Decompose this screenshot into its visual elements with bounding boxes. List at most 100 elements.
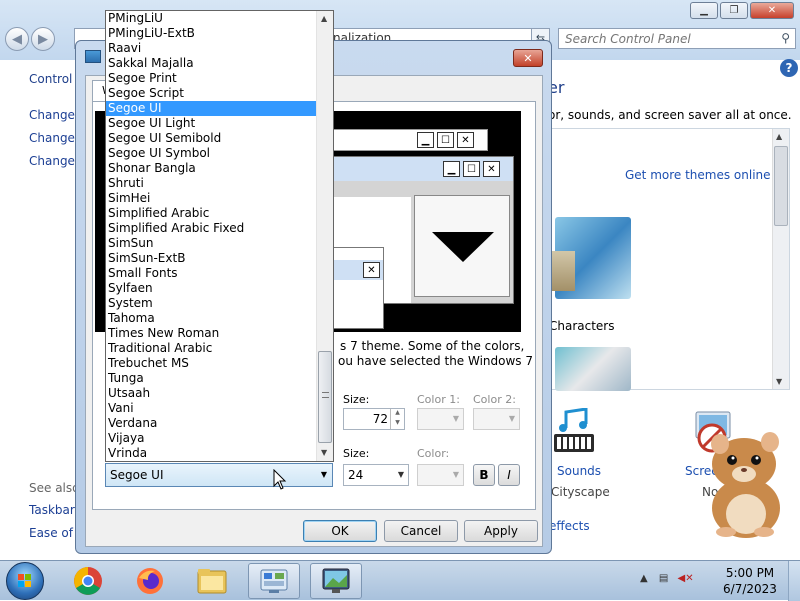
- description-line-1: s 7 theme. Some of the colors,: [340, 339, 525, 353]
- font-option[interactable]: Utsaah: [106, 386, 317, 401]
- window-controls: ▁ ❐ ✕: [690, 2, 794, 19]
- close-button[interactable]: ✕: [750, 2, 794, 19]
- font-option[interactable]: Segoe UI Light: [106, 116, 317, 131]
- taskbar-firefox[interactable]: [124, 563, 176, 599]
- sounds-icon[interactable]: [552, 408, 598, 458]
- ok-button[interactable]: OK: [303, 520, 377, 542]
- maximize-button[interactable]: ❐: [720, 2, 748, 19]
- font-option[interactable]: Simplified Arabic: [106, 206, 317, 221]
- font-option[interactable]: Segoe Print: [106, 71, 317, 86]
- size-spinner[interactable]: ▲ ▼: [390, 409, 404, 429]
- italic-button[interactable]: I: [498, 464, 520, 486]
- font-option[interactable]: Shonar Bangla: [106, 161, 317, 176]
- font-option[interactable]: Raavi: [106, 41, 317, 56]
- preview-message-titlebar: ✕: [331, 260, 383, 280]
- get-more-themes-link[interactable]: Get more themes online: [625, 168, 771, 182]
- bold-button[interactable]: B: [473, 464, 495, 486]
- dialog-icon: [85, 50, 101, 63]
- sounds-link[interactable]: Sounds: [557, 464, 601, 478]
- start-button[interactable]: [6, 562, 44, 600]
- taskbar-control-panel[interactable]: [248, 563, 300, 599]
- font-size-select[interactable]: 24 ▼: [343, 464, 409, 486]
- scroll-thumb[interactable]: [318, 351, 332, 443]
- theme-list-scrollbar[interactable]: ▲ ▼: [772, 129, 789, 389]
- font-option[interactable]: Verdana: [106, 416, 317, 431]
- side-link-2[interactable]: Change: [29, 131, 75, 145]
- theme-thumbnail[interactable]: [555, 347, 631, 391]
- taskbar-display-settings[interactable]: [310, 563, 362, 599]
- chevron-down-icon: ▼: [397, 470, 404, 479]
- font-list-scrollbar[interactable]: ▲ ▼: [316, 11, 333, 461]
- show-desktop-button[interactable]: [788, 561, 800, 601]
- font-option[interactable]: Sylfaen: [106, 281, 317, 296]
- font-option[interactable]: Vani: [106, 401, 317, 416]
- font-option[interactable]: Tahoma: [106, 311, 317, 326]
- font-option[interactable]: Trebuchet MS: [106, 356, 317, 371]
- color1-picker[interactable]: ▼: [417, 408, 464, 430]
- font-option[interactable]: Segoe UI Symbol: [106, 146, 317, 161]
- chevron-down-icon[interactable]: ▼: [321, 470, 327, 479]
- taskbar-explorer[interactable]: [186, 563, 238, 599]
- color2-picker[interactable]: ▼: [473, 408, 520, 430]
- scroll-down-icon[interactable]: ▼: [776, 377, 782, 386]
- font-option[interactable]: Segoe UI Semibold: [106, 131, 317, 146]
- font-option[interactable]: SimHei: [106, 191, 317, 206]
- font-option[interactable]: Vrinda: [106, 446, 317, 461]
- system-tray: ▲ ▤ ◀✕: [640, 573, 694, 584]
- apply-button[interactable]: Apply: [464, 520, 538, 542]
- font-option[interactable]: Tunga: [106, 371, 317, 386]
- font-option[interactable]: Small Fonts: [106, 266, 317, 281]
- spin-down-icon[interactable]: ▼: [391, 419, 404, 429]
- font-option[interactable]: SimSun-ExtB: [106, 251, 317, 266]
- font-option[interactable]: Sakkal Majalla: [106, 56, 317, 71]
- dialog-close-button[interactable]: ✕: [513, 49, 543, 67]
- display-settings-icon: [322, 568, 350, 593]
- search-icon[interactable]: ⚲: [781, 31, 790, 45]
- preview-maximize-icon: ☐: [463, 161, 480, 177]
- chevron-down-icon: ▼: [452, 470, 459, 479]
- font-option[interactable]: Traditional Arabic: [106, 341, 317, 356]
- theme-thumbnail-edge: [549, 251, 575, 291]
- theme-list: Get more themes online Characters ▲ ▼: [548, 128, 790, 391]
- font-option[interactable]: Shruti: [106, 176, 317, 191]
- scroll-up-icon[interactable]: ▲: [776, 132, 782, 141]
- effects-link[interactable]: effects: [549, 519, 590, 533]
- windows-logo-icon: [18, 574, 31, 587]
- minimize-button[interactable]: ▁: [690, 2, 718, 19]
- preview-scroll-button: [414, 195, 510, 297]
- preview-inactive-window: ▁ ☐ ✕: [330, 129, 488, 151]
- font-option[interactable]: PMingLiU-ExtB: [106, 26, 317, 41]
- search-box[interactable]: ⚲: [558, 28, 796, 49]
- scroll-thumb[interactable]: [774, 146, 788, 226]
- preview-close-icon: ✕: [457, 132, 474, 148]
- cancel-button[interactable]: Cancel: [384, 520, 458, 542]
- scroll-down-icon[interactable]: ▼: [321, 448, 327, 457]
- font-color-picker[interactable]: ▼: [417, 464, 464, 486]
- volume-muted-icon[interactable]: ◀✕: [678, 573, 694, 584]
- font-option[interactable]: SimSun: [106, 236, 317, 251]
- font-option[interactable]: Segoe UI: [106, 101, 317, 116]
- preview-minimize-icon: ▁: [417, 132, 434, 148]
- tray-expand-icon[interactable]: ▲: [640, 573, 648, 584]
- spin-up-icon[interactable]: ▲: [391, 409, 404, 419]
- item-size-input[interactable]: 72 ▲ ▼: [343, 408, 405, 430]
- font-select[interactable]: Segoe UI ▼: [105, 463, 333, 487]
- font-dropdown-list[interactable]: PMingLiU PMingLiU-ExtB Raavi Sakkal Majalla…: [105, 10, 334, 462]
- network-icon[interactable]: ▤: [659, 573, 668, 584]
- font-option[interactable]: System: [106, 296, 317, 311]
- scroll-up-icon[interactable]: ▲: [321, 14, 327, 23]
- font-option[interactable]: Simplified Arabic Fixed: [106, 221, 317, 236]
- side-link-1[interactable]: Change: [29, 108, 75, 122]
- font-size-value: 24: [348, 468, 364, 482]
- theme-characters-label[interactable]: Characters: [549, 319, 615, 333]
- font-option[interactable]: PMingLiU: [106, 11, 317, 26]
- forward-button[interactable]: ▶: [31, 27, 55, 51]
- font-option[interactable]: Segoe Script: [106, 86, 317, 101]
- help-icon[interactable]: ?: [780, 59, 798, 77]
- clock[interactable]: 5:00 PM 6/7/2023: [718, 565, 782, 597]
- back-button[interactable]: ◀: [5, 27, 29, 51]
- taskbar-chrome[interactable]: [62, 563, 114, 599]
- font-option[interactable]: Times New Roman: [106, 326, 317, 341]
- font-option[interactable]: Vijaya: [106, 431, 317, 446]
- search-input[interactable]: [559, 29, 769, 48]
